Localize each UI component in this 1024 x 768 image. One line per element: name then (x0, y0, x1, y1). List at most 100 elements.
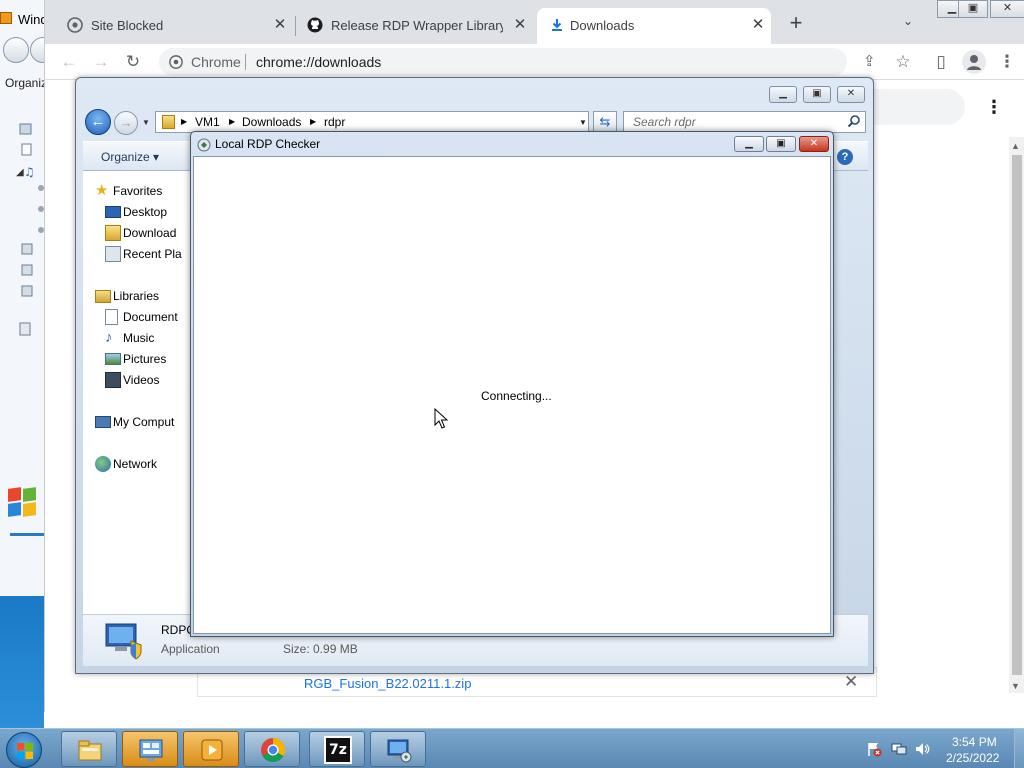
chrome-icon (261, 738, 286, 763)
forward-button[interactable]: → (114, 111, 138, 135)
show-desktop-button[interactable] (1014, 729, 1024, 768)
back-arrow-icon[interactable]: ← (59, 52, 79, 72)
nav-downloads[interactable]: Download (83, 223, 195, 243)
taskbar-explorer[interactable] (61, 731, 117, 767)
nav-music[interactable]: ♪ Music (83, 328, 195, 348)
close-window-button[interactable]: ✕ (990, 0, 1024, 18)
recent-pages-chevron-icon[interactable]: ▼ (142, 118, 150, 127)
documents-icon (105, 309, 118, 325)
breadcrumb-rdpr[interactable]: rdpr (324, 115, 345, 129)
reload-icon[interactable]: ↻ (123, 52, 143, 72)
navigation-pane: ★ Favorites Desktop Download Recent Pla … (83, 171, 195, 614)
taskbar-media-player[interactable] (183, 731, 239, 767)
search-input[interactable]: Search rdpr (623, 111, 866, 133)
breadcrumb-downloads[interactable]: Downloads (242, 115, 301, 129)
scroll-down-icon[interactable]: ▼ (1011, 681, 1020, 691)
nav-favorites[interactable]: ★ Favorites (83, 181, 195, 201)
divider (10, 533, 44, 536)
music-note-icon: ♪ (105, 329, 113, 346)
refresh-button[interactable]: ⇆ (593, 111, 617, 133)
organize-menu[interactable]: Organiz (5, 76, 47, 90)
tab-downloads[interactable]: Downloads ✕ (537, 8, 771, 44)
close-window-button[interactable]: ✕ (799, 136, 829, 152)
volume-icon[interactable] (914, 741, 930, 757)
computer-icon (95, 416, 111, 428)
nav-label: My Comput (113, 415, 175, 429)
nav-videos[interactable]: Videos (83, 370, 195, 390)
nav-documents[interactable]: Document (83, 307, 195, 327)
download-file-link[interactable]: RGB_Fusion_B22.0211.1.zip (304, 676, 471, 691)
share-icon[interactable]: ⇪ (863, 52, 876, 70)
page-scrollbar[interactable]: ▲ ▼ (1009, 137, 1024, 693)
side-panel-icon[interactable]: ▯ (931, 52, 951, 72)
rdp-checker-icon (387, 739, 412, 763)
help-icon[interactable]: ? (837, 149, 853, 165)
tab-strip: Site Blocked ✕ Release RDP Wrapper Libra… (45, 0, 1024, 44)
clock-date[interactable]: 2/25/2022 (946, 751, 999, 765)
taskbar-control-panel[interactable] (122, 731, 178, 767)
chrome-toolbar: ← → ↻ Chrome chrome://downloads ⇪ ☆ ▯ ⋮ (45, 44, 1024, 80)
kebab-menu-icon[interactable]: ⋮ (997, 52, 1017, 72)
organize-menu[interactable]: Organize ▾ (101, 150, 159, 164)
close-window-button[interactable]: ✕ (837, 86, 865, 103)
network-globe-icon (95, 456, 111, 472)
nav-label: Desktop (123, 205, 168, 219)
taskbar-chrome[interactable] (244, 731, 300, 767)
nav-label: Recent Pla (123, 247, 182, 261)
maximize-button[interactable]: ▣ (766, 136, 796, 152)
address-dropdown-icon[interactable]: ▼ (579, 118, 587, 127)
maximize-button[interactable]: ▣ (803, 86, 831, 103)
tab-site-blocked[interactable]: Site Blocked ✕ (45, 8, 289, 44)
nav-label: Download (123, 226, 177, 240)
nav-my-computer[interactable]: My Comput (83, 412, 195, 432)
back-button[interactable]: ← (85, 109, 111, 135)
site-chip: Chrome (191, 54, 241, 70)
search-icon[interactable] (847, 114, 861, 128)
divider (245, 54, 246, 70)
taskbar-rdp-checker[interactable] (370, 731, 426, 767)
downloads-folder-icon (105, 225, 121, 241)
minimize-button[interactable]: ▁ (769, 86, 797, 103)
bookmark-star-icon[interactable]: ☆ (893, 52, 913, 72)
close-tab-icon[interactable]: ✕ (749, 16, 767, 34)
back-button[interactable] (3, 37, 29, 63)
address-bar[interactable]: ▶ VM1 ▶ Downloads ▶ rdpr ▼ (155, 111, 589, 133)
scroll-up-icon[interactable]: ▲ (1011, 141, 1020, 151)
breadcrumb-vm1[interactable]: VM1 (195, 115, 220, 129)
scroll-thumb[interactable] (1012, 155, 1022, 675)
forward-arrow-icon[interactable]: → (91, 52, 111, 72)
more-actions-icon[interactable]: ⋮ (985, 97, 1003, 117)
tab-search-chevron-icon[interactable]: ⌄ (903, 14, 919, 30)
nav-recent-places[interactable]: Recent Pla (83, 244, 195, 264)
remove-download-icon[interactable]: ✕ (844, 672, 858, 692)
nav-label: Favorites (113, 184, 163, 198)
pictures-icon (105, 353, 121, 365)
nav-pictures[interactable]: Pictures (83, 349, 195, 369)
folder-icon (162, 115, 175, 129)
network-icon[interactable] (891, 741, 907, 757)
new-tab-button[interactable]: + (785, 12, 807, 34)
nav-network[interactable]: Network (83, 454, 195, 474)
close-tab-icon[interactable]: ✕ (511, 16, 529, 34)
local-rdp-checker-window[interactable]: Local RDP Checker ▁ ▣ ✕ Connecting... (190, 131, 834, 637)
breadcrumb-chevron-icon[interactable]: ▶ (310, 117, 316, 126)
breadcrumb-chevron-icon[interactable]: ▶ (181, 117, 187, 126)
maximize-button[interactable]: ▣ (958, 0, 988, 18)
windows-logo-icon (8, 487, 38, 518)
breadcrumb-chevron-icon[interactable]: ▶ (229, 117, 235, 126)
chrome-icon (169, 55, 183, 69)
address-bar[interactable]: Chrome chrome://downloads ⇪ (159, 48, 876, 76)
rdp-session-area[interactable]: Connecting... (193, 156, 831, 634)
connection-status: Connecting... (481, 389, 552, 403)
minimize-button[interactable]: ▁ (734, 136, 764, 152)
nav-desktop[interactable]: Desktop (83, 202, 195, 222)
nav-libraries[interactable]: Libraries (83, 286, 195, 306)
tab-rdp-wrapper-release[interactable]: Release RDP Wrapper Library v1. ✕ (285, 8, 533, 44)
chrome-icon (67, 17, 83, 33)
start-button[interactable] (6, 732, 42, 768)
profile-avatar-icon[interactable] (962, 50, 986, 74)
background-explorer-window[interactable]: Windo Organiz ◢ ♫ (0, 0, 56, 596)
action-center-flag-icon[interactable] (866, 741, 882, 757)
taskbar-7zip[interactable]: 7z (309, 731, 365, 767)
clock-time[interactable]: 3:54 PM (952, 735, 997, 749)
